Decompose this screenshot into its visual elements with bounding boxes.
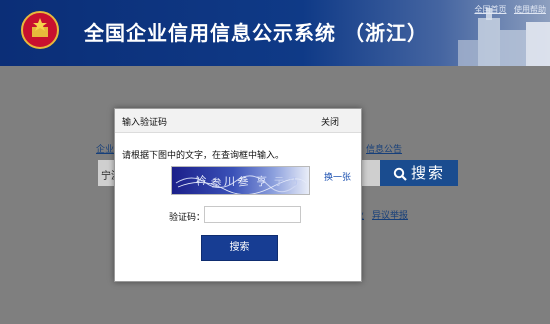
dialog-instruction: 请根据下图中的文字，在查询框中输入。 (122, 151, 285, 161)
captcha-input[interactable] (204, 206, 301, 223)
bg-search-button-label: 搜索 (410, 164, 445, 182)
svg-text:川: 川 (224, 175, 235, 188)
svg-text:亨: 亨 (256, 174, 267, 188)
svg-text:乃: 乃 (288, 177, 298, 188)
help-link[interactable]: 使用帮助 (514, 5, 546, 14)
svg-text:参: 参 (210, 175, 223, 190)
captcha-label: 验证码： (169, 213, 206, 223)
dialog-title: 输入验证码 (122, 118, 168, 128)
top-links: 全国首页 使用帮助 (469, 4, 546, 15)
dialog-header: 输入验证码 关闭 (115, 109, 361, 133)
bg-nav-notice: 信息公告 (366, 145, 403, 155)
captcha-image: 衿 参 川 叁 亨 亍 乃 (171, 166, 310, 195)
svg-text:亍: 亍 (274, 177, 284, 188)
national-emblem-icon (21, 11, 59, 49)
site-title: 全国企业信用信息公示系统 （浙江） (84, 21, 428, 45)
bg-nav-enterprise: 企业 (96, 145, 115, 155)
svg-text:叁: 叁 (236, 174, 249, 189)
bg-objection-link: 异议举报 (372, 211, 409, 221)
captcha-dialog: 输入验证码 关闭 请根据下图中的文字，在查询框中输入。 衿 参 川 叁 亨 亍 … (114, 108, 362, 282)
search-icon (393, 167, 407, 181)
svg-text:衿: 衿 (195, 173, 207, 188)
close-button[interactable]: 关闭 (321, 115, 339, 128)
bg-search-button: 搜索 (380, 160, 458, 186)
home-link[interactable]: 全国首页 (474, 5, 506, 14)
refresh-captcha-link[interactable]: 换一张 (324, 170, 351, 183)
site-header: 全国企业信用信息公示系统 （浙江） 全国首页 使用帮助 (0, 0, 550, 66)
search-button[interactable]: 搜索 (201, 235, 278, 261)
